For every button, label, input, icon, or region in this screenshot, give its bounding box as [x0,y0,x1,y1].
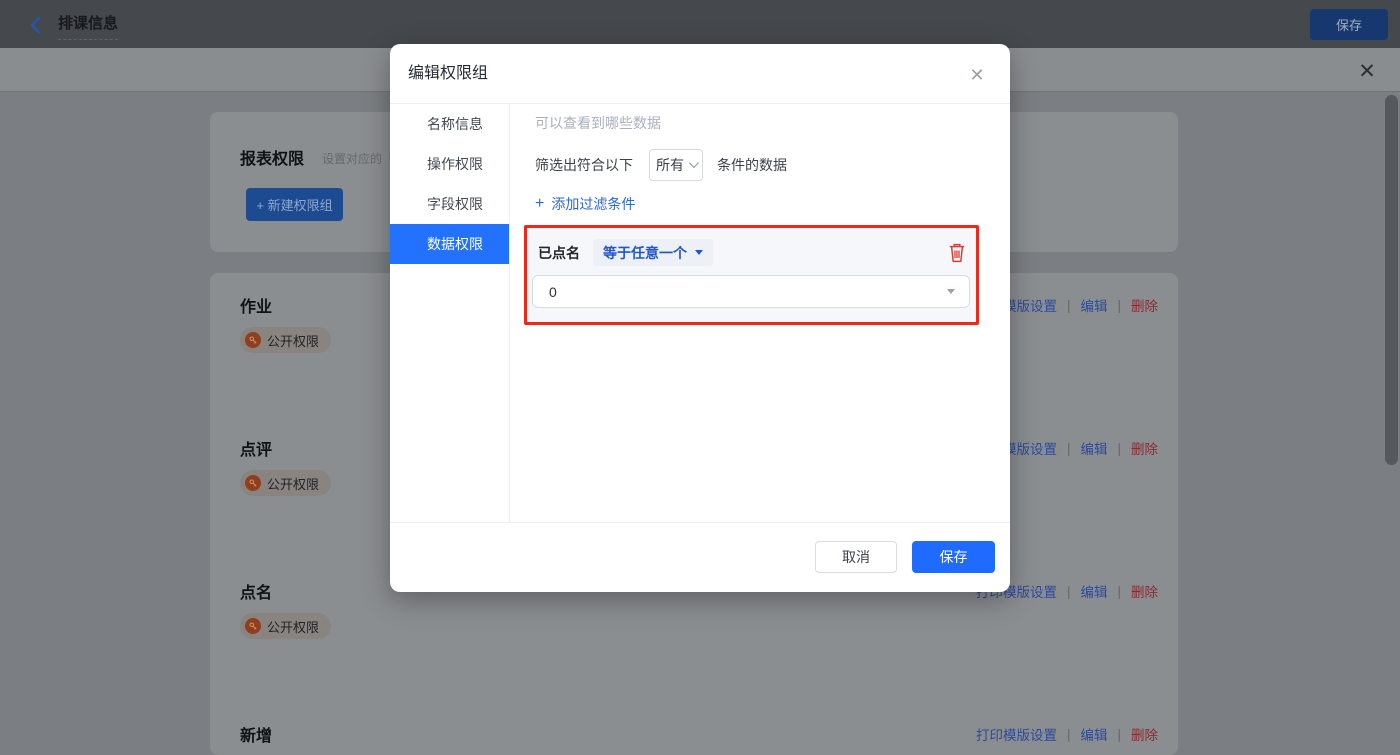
public-permission-badge[interactable]: 公开权限 [240,327,331,353]
filter-row: 筛选出符合以下 所有 条件的数据 [535,148,1010,181]
section-title: 作业 [240,293,272,317]
modal-header: 编辑权限组 ✕ [390,44,1010,104]
modal-footer: 取消 保存 [390,523,1010,590]
edit-link[interactable]: 编辑 [1080,295,1107,315]
modal-title: 编辑权限组 [408,44,488,104]
edit-permission-group-modal: 编辑权限组 ✕ 名称信息 操作权限 字段权限 数据权限 可以查看到哪些数据 筛选… [390,44,1010,592]
new-permission-group-button[interactable]: + 新建权限组 [246,188,343,221]
operator-dropdown[interactable]: 等于任意一个 [593,239,713,266]
separator: | [1067,441,1071,456]
app-header: 排课信息 保存 [0,0,1400,48]
filter-suffix: 条件的数据 [717,155,787,175]
badge-label: 公开权限 [267,617,319,636]
separator: | [1067,727,1071,742]
add-filter-label: 添加过滤条件 [551,194,635,214]
tab-name-info[interactable]: 名称信息 [390,104,509,144]
print-template-link[interactable]: 打印模版设置 [976,724,1057,744]
delete-link[interactable]: 删除 [1131,724,1158,744]
condition-field-label: 已点名 [538,243,580,263]
key-icon [245,475,261,491]
caret-down-icon [695,250,703,255]
badge-label: 公开权限 [267,474,319,493]
separator: | [1117,298,1121,313]
caret-down-icon [947,289,955,294]
row-actions: 打印模版设置 | 编辑 | 删除 [976,724,1158,744]
condition-highlight-box: 已点名 等于任意一个 0 [524,225,979,325]
modal-body: 名称信息 操作权限 字段权限 数据权限 可以查看到哪些数据 筛选出符合以下 所有… [390,104,1010,523]
scope-value: 所有 [656,155,684,175]
edit-link[interactable]: 编辑 [1080,724,1107,744]
edit-link[interactable]: 编辑 [1080,581,1107,601]
delete-link[interactable]: 删除 [1131,438,1158,458]
cancel-button[interactable]: 取消 [815,541,897,573]
key-icon [245,618,261,634]
public-permission-badge[interactable]: 公开权限 [240,470,331,496]
delete-link[interactable]: 删除 [1131,295,1158,315]
tab-operation-permission[interactable]: 操作权限 [390,144,509,184]
edit-link[interactable]: 编辑 [1080,438,1107,458]
vertical-scrollbar[interactable] [1385,95,1398,465]
condition-value-select[interactable]: 0 [532,275,970,308]
back-icon[interactable] [26,14,48,36]
badge-label: 公开权限 [267,331,319,350]
card-title: 报表权限 [240,145,304,169]
modal-close-icon[interactable]: ✕ [964,62,990,88]
public-permission-badge[interactable]: 公开权限 [240,613,331,639]
section-title: 新增 [240,722,272,746]
separator: | [1117,441,1121,456]
delete-link[interactable]: 删除 [1131,581,1158,601]
page-title: 排课信息 [58,12,118,40]
condition-value: 0 [549,284,557,300]
filter-prefix: 筛选出符合以下 [535,155,633,175]
page-close-icon[interactable]: ✕ [1353,57,1381,85]
operator-value: 等于任意一个 [603,243,687,263]
separator: | [1067,298,1071,313]
condition-row: 已点名 等于任意一个 [527,228,976,266]
separator: | [1117,584,1121,599]
tab-data-permission[interactable]: 数据权限 [390,224,509,264]
header-save-button[interactable]: 保存 [1310,9,1388,40]
save-button[interactable]: 保存 [912,541,995,573]
card-hint: 设置对应的「 [322,150,394,167]
tab-field-permission[interactable]: 字段权限 [390,184,509,224]
section-title: 点名 [240,579,272,603]
trash-icon[interactable] [948,243,966,263]
add-filter-condition-link[interactable]: + 添加过滤条件 [535,194,635,214]
data-permission-panel: 可以查看到哪些数据 筛选出符合以下 所有 条件的数据 + 添加过滤条件 已点名 … [511,104,1010,522]
plus-icon: + [535,197,544,211]
separator: | [1067,584,1071,599]
modal-tab-column: 名称信息 操作权限 字段权限 数据权限 [390,104,510,522]
panel-hint: 可以查看到哪些数据 [535,113,1010,133]
separator: | [1117,727,1121,742]
section-title: 点评 [240,436,272,460]
scope-select[interactable]: 所有 [649,149,703,181]
chevron-down-icon [689,158,699,168]
key-icon [245,332,261,348]
